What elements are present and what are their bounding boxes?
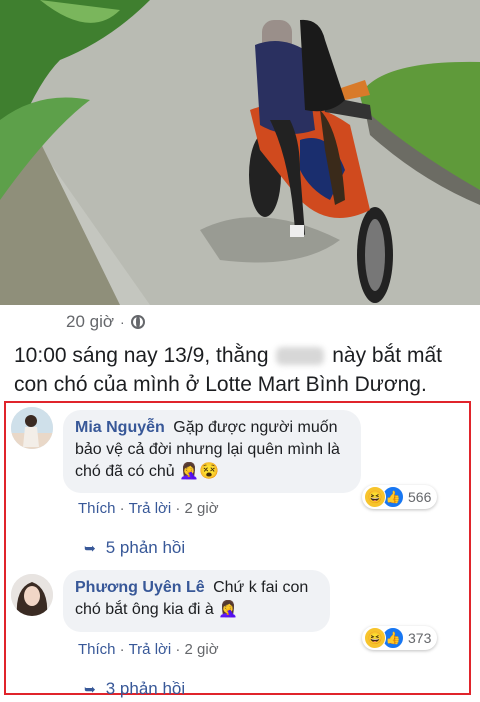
reaction-summary[interactable]: 😆 👍 566 [362, 485, 438, 509]
reply-arrow-icon: ➥ [84, 539, 96, 556]
post-photo[interactable] [0, 0, 480, 305]
reply-link[interactable]: Trả lời [129, 500, 172, 517]
comment-actions: Thích · Trả lời · 2 giờ [78, 641, 219, 658]
like-link[interactable]: Thích [78, 500, 116, 517]
post-time[interactable]: 20 giờ [66, 312, 114, 332]
comment-actions: Thích · Trả lời · 2 giờ [78, 500, 219, 517]
post-text-start: 10:00 sáng nay 13/9, thằng [14, 344, 269, 367]
reply-arrow-icon: ➥ [84, 680, 96, 697]
comment-author[interactable]: Phương Uyên Lê [75, 579, 205, 596]
avatar[interactable] [11, 407, 53, 449]
view-replies[interactable]: ➥ 3 phản hồi [84, 679, 185, 699]
post-meta: 20 giờ · [66, 312, 145, 332]
comment-bubble: Phương Uyên Lê Chứ k fai con chó bắt ông… [63, 570, 330, 632]
separator-dot: · [120, 314, 125, 330]
photo-scene [0, 0, 480, 305]
comment-bubble: Mia Nguyễn Gặp được người muốn bảo vệ cả… [63, 410, 361, 493]
haha-reaction-icon: 😆 [364, 486, 386, 508]
like-link[interactable]: Thích [78, 641, 116, 658]
reply-link[interactable]: Trả lời [129, 641, 172, 658]
comment-time[interactable]: 2 giờ [185, 500, 219, 517]
avatar[interactable] [11, 574, 53, 616]
reaction-count: 566 [408, 489, 432, 505]
comment-time[interactable]: 2 giờ [185, 641, 219, 658]
comment-author[interactable]: Mia Nguyễn [75, 419, 165, 436]
replies-count-label: 3 phản hồi [105, 679, 186, 698]
globe-icon [130, 315, 145, 329]
view-replies[interactable]: ➥ 5 phản hồi [84, 538, 185, 558]
post-text: 10:00 sáng nay 13/9, thằng này bắt mất c… [14, 341, 474, 399]
reaction-count: 373 [408, 630, 432, 646]
blurred-word [276, 347, 325, 366]
haha-reaction-icon: 😆 [364, 627, 386, 649]
reaction-summary[interactable]: 😆 👍 373 [362, 626, 438, 650]
replies-count-label: 5 phản hồi [105, 538, 186, 557]
